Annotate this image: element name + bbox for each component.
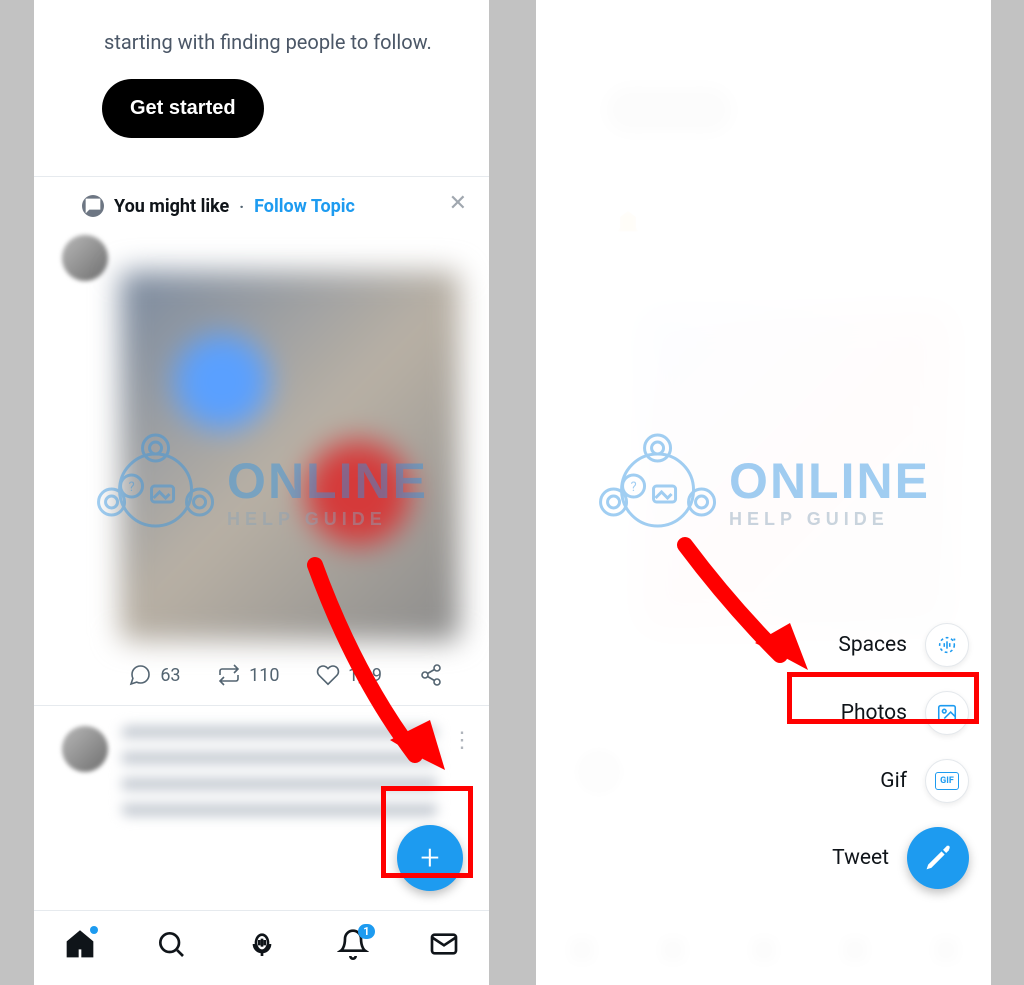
you-might-like-label: You might like [114,196,229,217]
notification-badge: 1 [358,924,374,939]
gif-label: Gif [880,769,907,793]
tweet-media [120,271,460,641]
compose-option-tweet[interactable]: Tweet [832,827,969,889]
nav-spaces[interactable] [246,928,278,964]
retweet-button[interactable]: 110 [217,663,279,687]
photo-icon [925,691,969,735]
compose-option-photos[interactable]: Photos [841,691,969,735]
reply-icon [128,663,152,687]
tweet-label: Tweet [832,846,889,870]
home-icon [64,928,96,960]
avatar [62,235,108,281]
avatar [62,726,108,772]
spaces-icon [925,623,969,667]
retweet-count: 110 [249,665,279,686]
gif-icon: GIF [925,759,969,803]
topic-suggestion-row: You might like · Follow Topic ✕ [34,177,489,227]
compose-option-gif[interactable]: Gif GIF [880,759,969,803]
like-count: 1,99 [348,665,382,686]
nav-notifications[interactable]: 1 [337,928,369,964]
reply-button[interactable]: 63 [128,663,180,687]
share-icon [419,663,443,687]
more-icon[interactable]: ⋮ [451,726,473,753]
spaces-label: Spaces [838,633,907,657]
tweet-card-collapsed[interactable]: ⋮ [34,706,489,816]
separator-dot: · [239,197,244,216]
tweet-fab-icon [907,827,969,889]
get-started-button[interactable]: Get started [102,79,264,138]
compose-option-spaces[interactable]: Spaces [838,623,969,667]
close-icon[interactable]: ✕ [449,191,467,216]
tweet-text-blur [122,726,437,816]
like-button[interactable]: 1,99 [316,663,382,687]
nav-search[interactable] [155,928,187,964]
tweet-actions: 63 110 1,99 [62,641,461,705]
reply-count: 63 [160,665,180,686]
nav-messages[interactable] [428,928,460,964]
compose-fab[interactable]: + [397,825,463,891]
share-button[interactable] [419,663,443,687]
tweet-card[interactable]: 63 110 1,99 [62,235,461,705]
topic-icon [82,195,104,217]
compose-menu: Spaces Photos Gif GIF Tweet [832,623,969,889]
heart-icon [316,663,340,687]
phone-left: starting with finding people to follow. … [34,0,489,985]
follow-topic-link[interactable]: Follow Topic [254,196,355,217]
mic-icon [246,928,278,960]
plus-icon: + [420,841,439,875]
retweet-icon [217,663,241,687]
bottom-nav: 1 [34,910,489,980]
nav-home[interactable] [64,928,96,964]
photos-label: Photos [841,701,907,725]
onboarding-subtitle: starting with finding people to follow. [104,30,459,54]
mail-icon [428,928,460,960]
search-icon [155,928,187,960]
phone-right: Spaces Photos Gif GIF Tweet [536,0,991,985]
